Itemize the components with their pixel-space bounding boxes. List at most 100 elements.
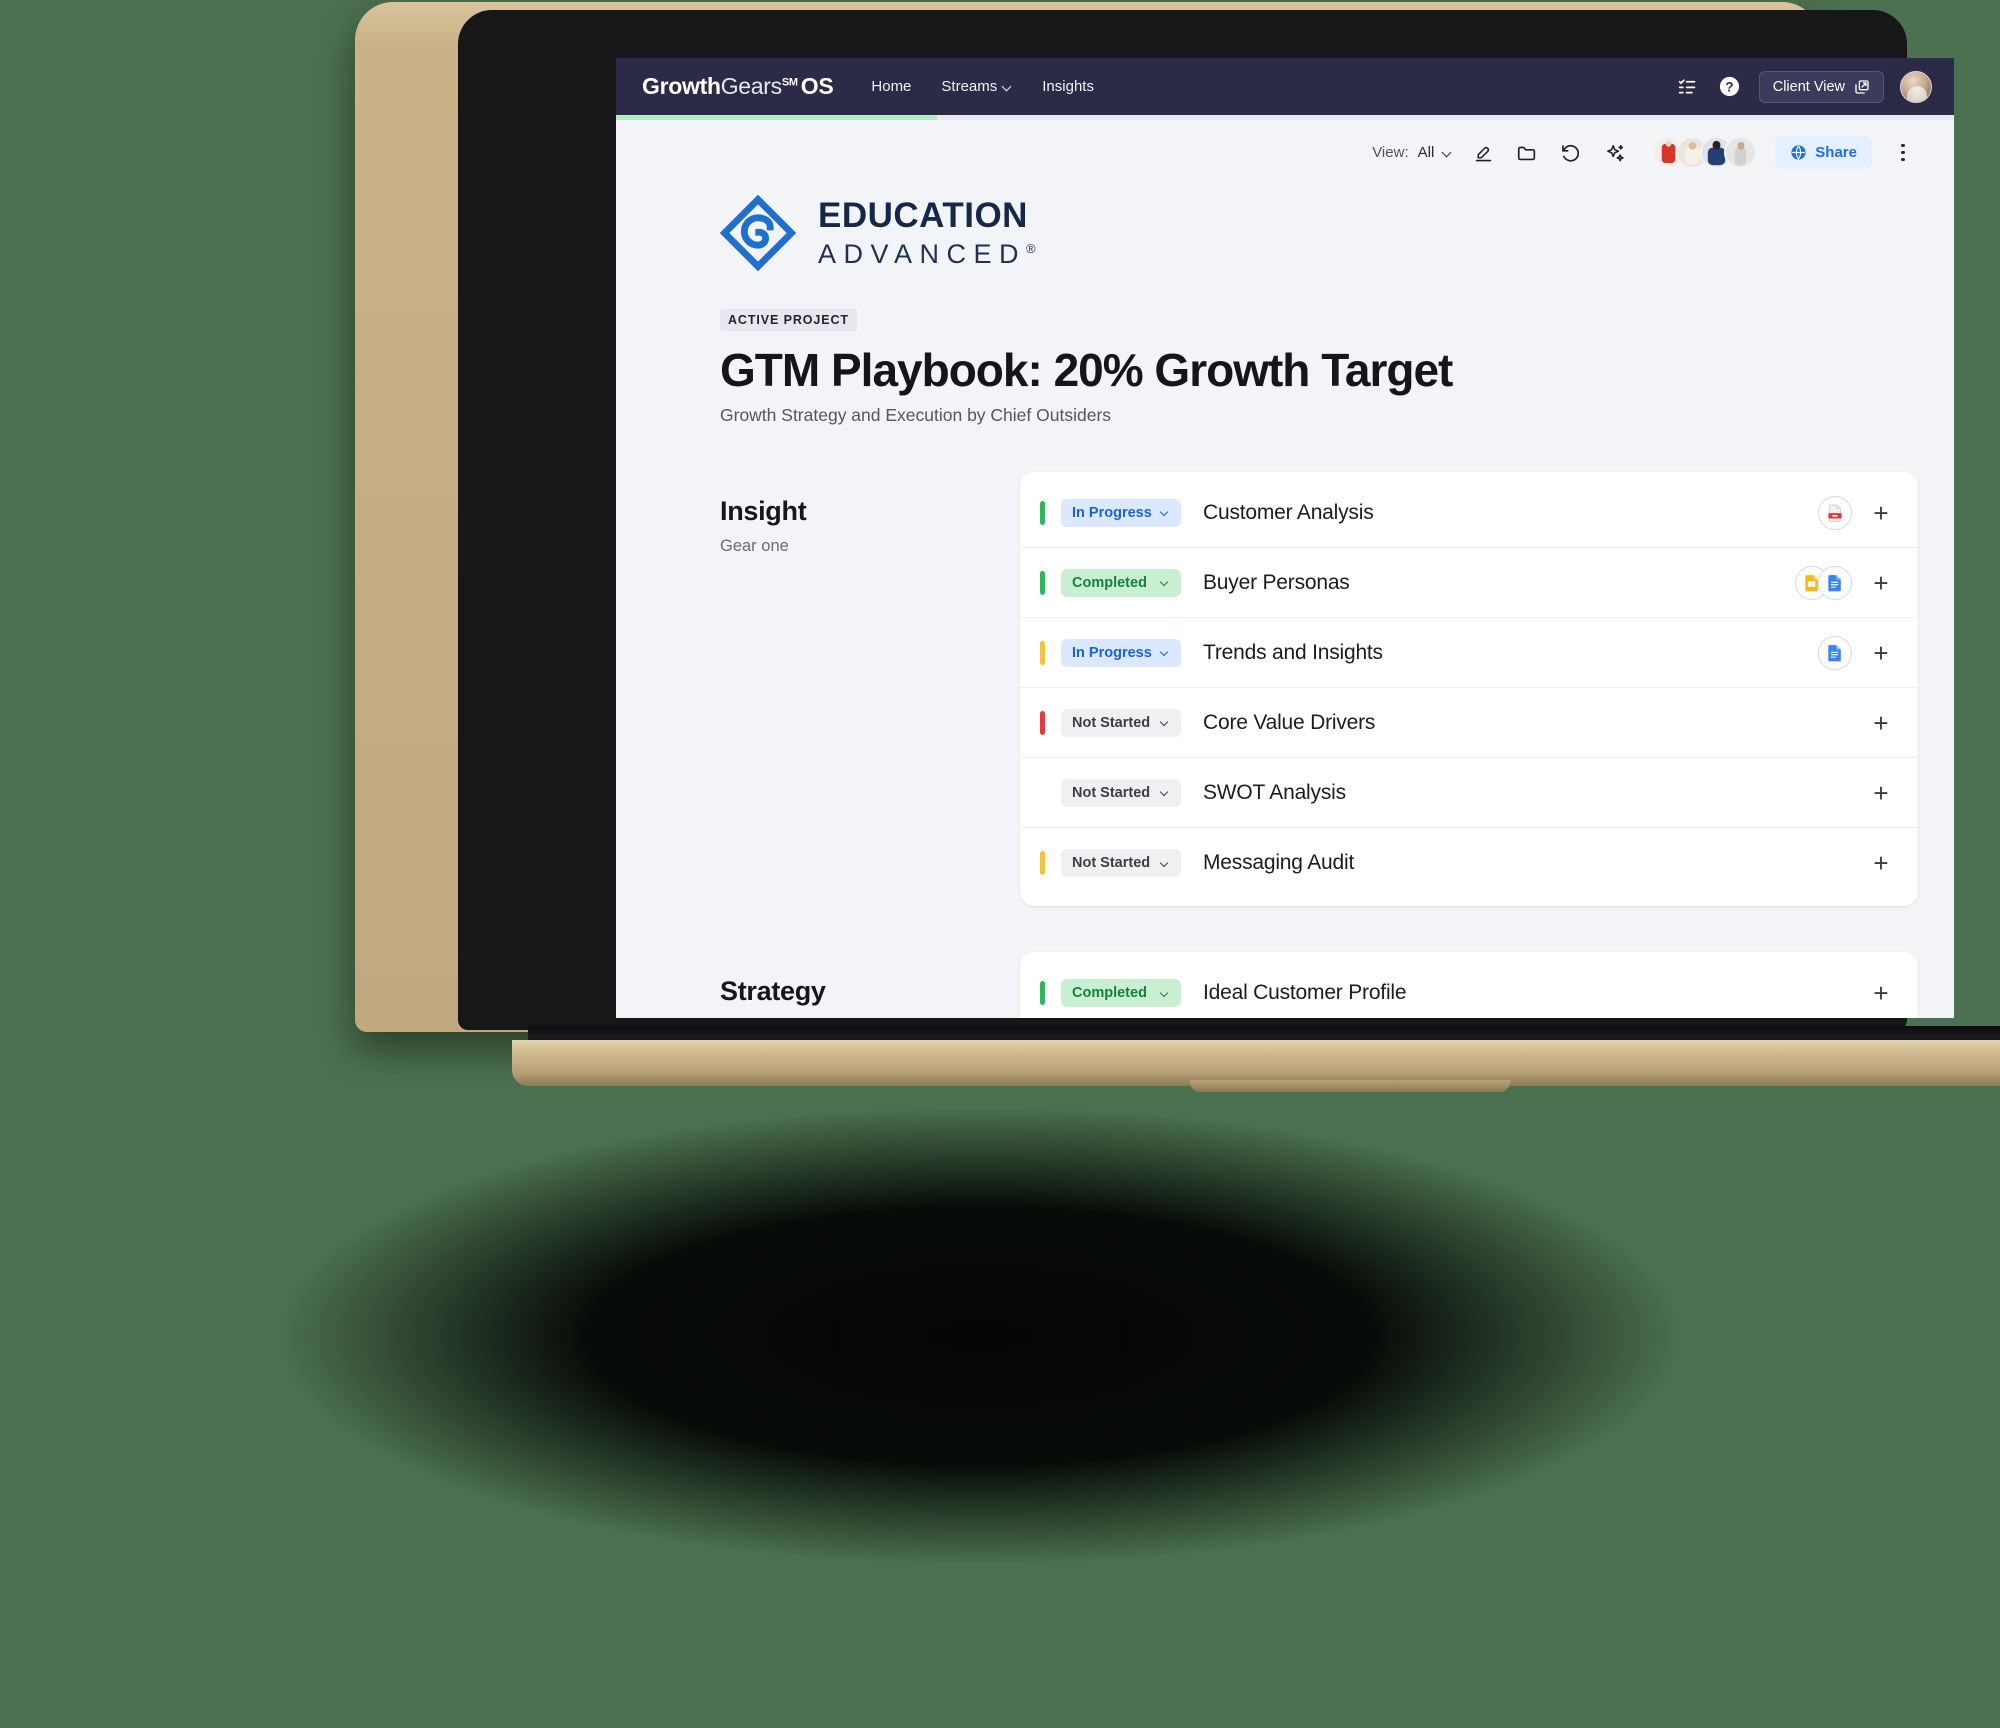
client-view-button[interactable]: Client View — [1758, 70, 1884, 103]
laptop-device: GrowthGearsSM OS Home Streams Insights ?… — [260, 0, 2000, 1120]
app-logo-wordmark[interactable]: GrowthGearsSM OS — [642, 73, 834, 100]
add-attachment-button[interactable]: + — [1870, 500, 1892, 526]
task-row[interactable]: Completed Buyer Personas + — [1020, 548, 1918, 618]
add-attachment-button[interactable]: + — [1870, 780, 1892, 806]
help-circle-icon[interactable]: ? — [1717, 74, 1743, 100]
task-status-dropdown[interactable]: Not Started — [1061, 778, 1181, 807]
section-insight: Insight Gear one In Progress Customer Analy… — [720, 472, 1918, 906]
task-status-dropdown[interactable]: In Progress — [1061, 638, 1181, 667]
task-row[interactable]: Not Started Core Value Drivers + — [1020, 688, 1918, 758]
globe-icon — [1790, 144, 1807, 161]
education-advanced-logo-icon — [720, 195, 796, 271]
logo-line-advanced: ADVANCED® — [818, 239, 1036, 269]
view-filter-prefix: View: — [1372, 144, 1409, 161]
task-row-actions: + — [1852, 780, 1892, 806]
chevron-down-icon — [1161, 508, 1170, 517]
task-row-actions: + — [1852, 710, 1892, 736]
share-button[interactable]: Share — [1775, 136, 1872, 169]
task-attachments — [1795, 565, 1852, 600]
laptop-base-lip — [1190, 1080, 1510, 1092]
sparkles-ai-icon[interactable] — [1602, 140, 1628, 166]
status-badge: ACTIVE PROJECT — [720, 309, 857, 331]
section-strategy: Strategy Completed Ideal Customer Profile + — [720, 952, 1918, 1018]
task-color-marker — [1040, 851, 1045, 875]
task-row[interactable]: In Progress Customer Analysis + — [1020, 478, 1918, 548]
view-filter-dropdown[interactable]: View: All — [1372, 144, 1452, 161]
kebab-menu-icon[interactable] — [1890, 140, 1916, 166]
page-subtitle: Growth Strategy and Execution by Chief O… — [720, 405, 1112, 425]
task-status-dropdown[interactable]: Completed — [1061, 568, 1181, 597]
task-row-actions: + — [1852, 980, 1892, 1006]
user-avatar[interactable] — [1900, 70, 1932, 103]
nav-item-streams-label: Streams — [941, 78, 998, 95]
task-status-label: Not Started — [1072, 855, 1151, 871]
task-title: Trends and Insights — [1203, 640, 1383, 664]
task-title: Messaging Audit — [1203, 851, 1355, 874]
task-color-marker — [1040, 570, 1045, 595]
task-status-label: Completed — [1072, 574, 1147, 591]
task-status-label: In Progress — [1072, 644, 1152, 661]
section-heading: Insight Gear one — [720, 472, 1020, 906]
task-row[interactable]: Not Started Messaging Audit + — [1020, 828, 1918, 898]
add-attachment-button[interactable]: + — [1870, 980, 1892, 1006]
collaborator-avatars[interactable] — [1652, 136, 1758, 169]
task-row[interactable]: Not Started SWOT Analysis + — [1020, 758, 1918, 828]
checklist-icon[interactable] — [1675, 74, 1701, 100]
brand-growth: Growth — [642, 73, 721, 99]
task-row[interactable]: Completed Ideal Customer Profile + — [1020, 958, 1918, 1018]
nav-item-insights[interactable]: Insights — [1042, 78, 1094, 95]
task-list-card: In Progress Customer Analysis + Completed Bu… — [1020, 472, 1918, 906]
page-body: View: All Share EDUCATION ADVANCED® ACTI… — [616, 120, 1954, 1018]
undo-history-icon[interactable] — [1558, 140, 1584, 166]
section-title: Strategy — [720, 976, 826, 1006]
highlighter-icon[interactable] — [1470, 140, 1496, 166]
task-row[interactable]: In Progress Trends and Insights + — [1020, 618, 1918, 688]
nav-item-home[interactable]: Home — [871, 78, 911, 95]
laptop-drop-shadow — [40, 1080, 1920, 1720]
app-navbar: GrowthGearsSM OS Home Streams Insights ?… — [616, 58, 1954, 115]
task-title: Core Value Drivers — [1203, 710, 1376, 734]
svg-text:?: ? — [1726, 79, 1734, 94]
attachment-docs-icon[interactable] — [1818, 565, 1852, 600]
task-list-card: Completed Ideal Customer Profile + — [1020, 952, 1918, 1018]
task-row-actions: + — [1818, 635, 1892, 670]
nav-actions: ? Client View — [1675, 70, 1932, 103]
screenshot-stage: GrowthGearsSM OS Home Streams Insights ?… — [0, 0, 2000, 1728]
view-filter-value: All — [1417, 144, 1435, 161]
add-attachment-button[interactable]: + — [1870, 570, 1892, 596]
section-title: Insight — [720, 496, 807, 526]
task-status-dropdown[interactable]: Completed — [1061, 979, 1181, 1007]
task-status-dropdown[interactable]: In Progress — [1061, 498, 1181, 527]
chevron-down-icon — [1161, 718, 1170, 727]
chevron-down-icon — [1161, 788, 1170, 797]
task-status-dropdown[interactable]: Not Started — [1061, 849, 1181, 877]
chevron-down-icon — [1161, 648, 1170, 657]
client-view-label: Client View — [1772, 78, 1845, 95]
chevron-down-icon — [1161, 989, 1170, 998]
task-status-label: Not Started — [1072, 714, 1151, 731]
task-title: Ideal Customer Profile — [1203, 981, 1407, 1004]
attachment-pdf-icon[interactable] — [1818, 495, 1852, 530]
task-status-label: Completed — [1072, 985, 1147, 1001]
laptop-screen: GrowthGearsSM OS Home Streams Insights ?… — [616, 58, 1954, 1018]
task-color-marker — [1040, 981, 1045, 1005]
folder-icon[interactable] — [1514, 140, 1540, 166]
task-status-label: Not Started — [1072, 784, 1151, 801]
add-attachment-button[interactable]: + — [1870, 710, 1892, 736]
client-logo-text: EDUCATION ADVANCED® — [818, 198, 1036, 268]
task-color-marker — [1040, 781, 1045, 805]
nav-item-streams[interactable]: Streams — [941, 78, 1012, 95]
avatar[interactable] — [1724, 136, 1758, 169]
chevron-down-icon — [1003, 82, 1012, 91]
attachment-docs-icon[interactable] — [1818, 635, 1852, 670]
section-subtitle: Gear one — [720, 537, 789, 555]
add-attachment-button[interactable]: + — [1870, 640, 1892, 666]
chevron-down-icon — [1161, 578, 1170, 587]
task-attachments — [1818, 635, 1852, 670]
share-label: Share — [1815, 144, 1857, 161]
brand-servicemark: SM — [781, 76, 798, 89]
nav-item-home-label: Home — [871, 78, 912, 95]
add-attachment-button[interactable]: + — [1870, 850, 1892, 876]
task-status-dropdown[interactable]: Not Started — [1061, 708, 1181, 737]
sections-container: Insight Gear one In Progress Customer Analy… — [720, 472, 1918, 1018]
